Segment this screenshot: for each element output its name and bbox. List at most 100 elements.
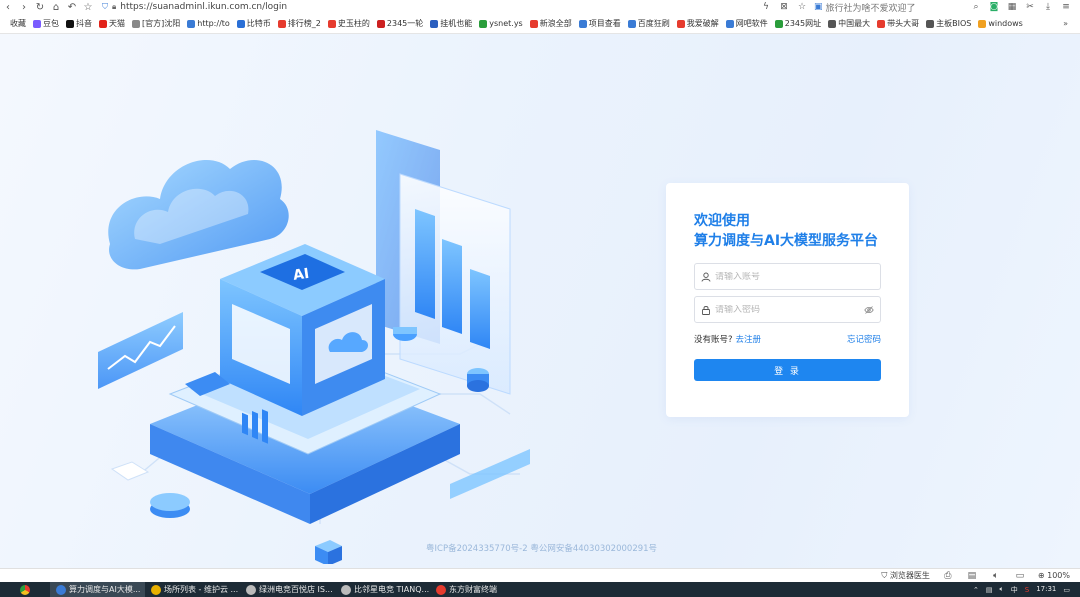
tools-icon[interactable]: ✂ (1024, 1, 1036, 13)
welcome-title: 欢迎使用 (694, 213, 750, 229)
browser-doctor[interactable]: ⛉ 浏览器医生 (881, 570, 930, 581)
bookmark-item[interactable]: 主板BIOS (926, 18, 971, 29)
forward-icon[interactable]: › (16, 0, 32, 14)
bookmark-item[interactable]: 中国最大 (828, 18, 870, 29)
bookmark-item[interactable]: 项目查看 (578, 18, 621, 29)
screenshot-icon[interactable]: ⊠ (778, 1, 790, 13)
bookmark-label: 2345网址 (784, 19, 822, 28)
login-page: AI 欢迎使用 算力调度与AI大模型服务平台 请输入账号 没有账号? 去注册 忘… (0, 34, 1080, 568)
eye-off-icon[interactable] (864, 305, 874, 315)
ai-illustration: AI (98, 130, 530, 564)
taskbar-item[interactable]: 场所列表 - 维护云 ... (145, 582, 240, 597)
wechat-icon[interactable]: ◙ (988, 1, 1000, 13)
forgot-password-link[interactable]: 忘记密码 (847, 333, 881, 345)
network-icon[interactable]: ▤ (986, 586, 993, 594)
account-input[interactable] (715, 271, 874, 282)
bookmark-label: ysnet.ys (489, 19, 523, 28)
bookmark-label: 带头大哥 (887, 19, 920, 28)
taskbar-app-icon (436, 584, 446, 595)
taskbar-app-icon (341, 584, 351, 595)
password-field[interactable] (694, 296, 881, 323)
bookmark-item[interactable]: 天猫 (99, 18, 125, 29)
bookmark-item[interactable]: 抖音 (66, 18, 92, 29)
bookmark-item[interactable]: 收藏 (0, 18, 26, 29)
bookmark-item[interactable]: 排行榜_2 (277, 18, 321, 29)
taskbar-item[interactable]: 绿洲电竞百悦店 IS... (240, 582, 335, 597)
bookmark-favicon-icon (774, 19, 783, 28)
search-suggestion[interactable]: ▣ 旅行社为啥不爱欢迎了 (814, 1, 964, 14)
bookmark-item[interactable]: 带头大哥 (877, 18, 919, 29)
bookmark-favicon-icon (479, 19, 488, 28)
bookmark-item[interactable]: 我爱破解 (676, 18, 719, 29)
window-icon[interactable]: ▭ (1014, 570, 1026, 582)
clock[interactable]: 17:31 (1036, 586, 1056, 593)
url-field[interactable]: ⛉ 🔒︎ https://suanadminl.ikun.com.cn/logi… (102, 2, 702, 12)
taskbar-item[interactable]: 算力调度与AI大模... (50, 582, 145, 597)
bookmark-favicon-icon (0, 19, 8, 28)
bookmark-favicon-icon (877, 19, 886, 28)
bookmark-item[interactable]: 比特币 (236, 18, 271, 29)
apps-grid-icon[interactable]: ▦ (1006, 1, 1018, 13)
print-icon[interactable]: ⎙ (942, 570, 954, 582)
password-input[interactable] (715, 304, 864, 315)
input-language[interactable]: 中 (1011, 585, 1018, 595)
bookmark-label: 收藏 (10, 19, 26, 28)
start-button[interactable] (0, 582, 50, 597)
url-text[interactable]: https://suanadminl.ikun.com.cn/login (120, 2, 287, 12)
address-bar-row: ‹ › ↻ ⌂ ↶ ☆ ⛉ 🔒︎ https://suanadminl.ikun… (0, 0, 1080, 14)
grid-icon[interactable]: ▤ (966, 570, 978, 582)
chevron-up-icon[interactable]: ⌃ (973, 586, 979, 594)
login-button[interactable]: 登 录 (694, 359, 881, 381)
bookmark-item[interactable]: 新浪全部 (529, 18, 572, 29)
bookmark-item[interactable]: 2345网址 (774, 18, 822, 29)
register-link[interactable]: 去注册 (736, 333, 762, 345)
bookmark-item[interactable]: 挂机也能 (430, 18, 472, 29)
ime-icon[interactable]: S (1025, 586, 1029, 594)
search-icon[interactable]: ⌕ (970, 1, 982, 13)
taskbar-item-label: 东方财富终端 (449, 585, 497, 594)
bookmark-favicon-icon (327, 19, 336, 28)
notification-icon[interactable]: ▭ (1063, 586, 1070, 594)
svg-text:AI: AI (292, 266, 310, 284)
bookmark-item[interactable]: ysnet.ys (479, 19, 523, 28)
taskbar-item[interactable]: 东方财富终端 (430, 582, 525, 597)
bookmark-favicon-icon (978, 19, 987, 28)
undo-icon[interactable]: ↶ (64, 0, 80, 14)
bookmark-item[interactable]: 网吧软件 (725, 18, 768, 29)
star-list-icon[interactable]: ☆ (80, 0, 96, 14)
bookmark-item[interactable]: windows (978, 19, 1023, 28)
menu-icon[interactable]: ≡ (1060, 1, 1072, 13)
bookmark-favicon-icon (66, 19, 74, 28)
bookmark-label: 抖音 (76, 19, 92, 28)
user-icon (701, 272, 711, 282)
home-icon[interactable]: ⌂ (48, 0, 64, 14)
bookmark-item[interactable]: 百度狂刷 (627, 18, 670, 29)
back-icon[interactable]: ‹ (0, 0, 16, 14)
favorite-icon[interactable]: ☆ (796, 1, 808, 13)
icp-record-text[interactable]: 粤ICP备2024335770号-2 粤公网安备44030302000291号 (426, 542, 657, 554)
address-bar-right: ϟ ⊠ ☆ ▣ 旅行社为啥不爱欢迎了 ⌕ ◙ ▦ ✂ ⤓ ≡ (760, 1, 1080, 14)
bookmark-item[interactable]: 豆包 (33, 18, 59, 29)
account-field[interactable] (694, 263, 881, 290)
bookmark-label: 我爱破解 (686, 19, 719, 28)
bookmark-favicon-icon (33, 19, 41, 28)
reload-icon[interactable]: ↻ (32, 0, 48, 14)
bookmark-item[interactable]: http://to (187, 19, 230, 28)
bookmarks-more-button[interactable]: » (1063, 19, 1068, 28)
sound-icon[interactable]: 🔈︎ (990, 570, 1002, 582)
zoom-level[interactable]: ⊕ 100% (1038, 571, 1070, 580)
download-icon[interactable]: ⤓ (1042, 1, 1054, 13)
bookmark-favicon-icon (578, 19, 587, 28)
bookmark-label: 新浪全部 (539, 19, 572, 28)
lightning-icon[interactable]: ϟ (760, 1, 772, 13)
bookmark-item[interactable]: 史玉柱的 (327, 18, 370, 29)
volume-icon[interactable]: 🔈︎ (1000, 585, 1004, 594)
taskbar-item-label: 比邻星电竞 TIANQ... (354, 585, 430, 594)
bookmark-item[interactable]: 2345一轮 (376, 18, 423, 29)
bookmark-favicon-icon (277, 19, 286, 28)
taskbar-item[interactable]: 比邻星电竞 TIANQ... (335, 582, 430, 597)
bookmark-label: 排行榜_2 (287, 19, 321, 28)
bookmark-item[interactable]: [官方]沈阳 (132, 18, 180, 29)
taskbar-item-label: 场所列表 - 维护云 ... (164, 585, 239, 594)
bookmark-favicon-icon (926, 19, 935, 28)
